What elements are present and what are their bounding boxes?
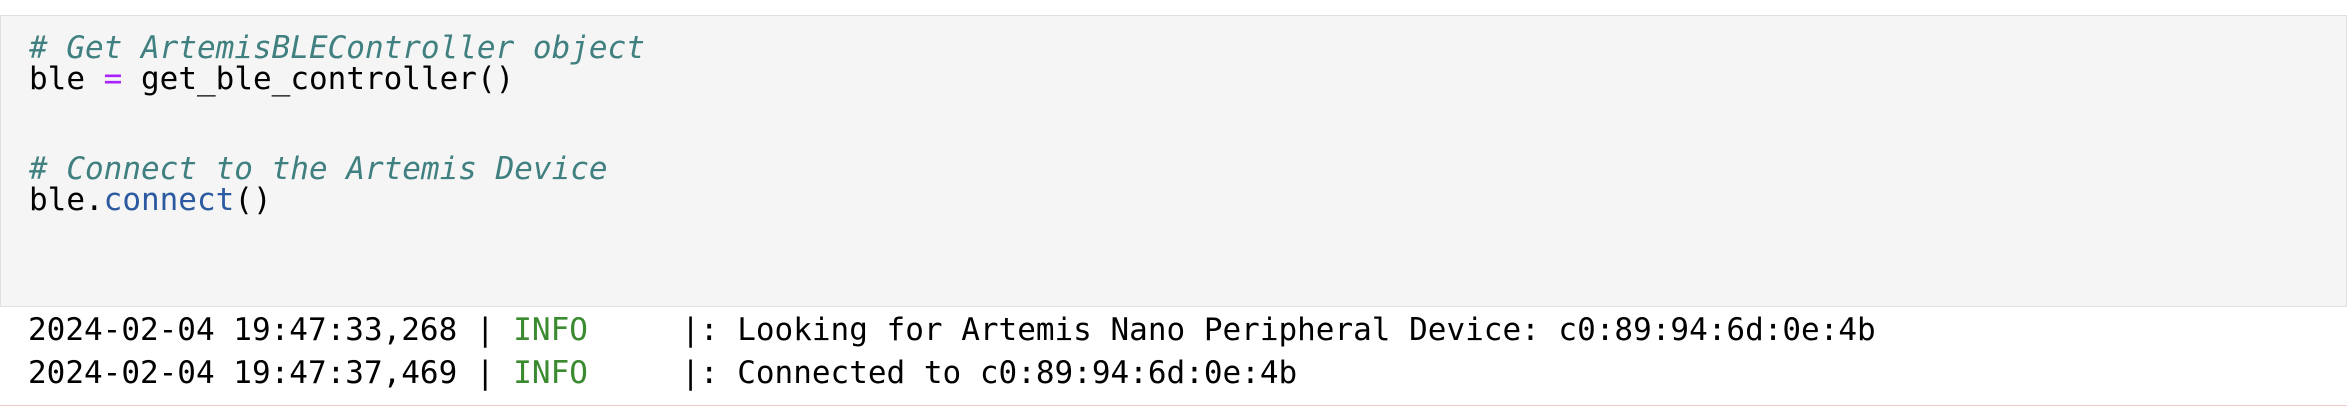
log-separator: |: bbox=[587, 312, 738, 348]
code-line-connect: ble.connect() bbox=[29, 182, 272, 218]
cell-output: 2024-02-04 19:47:33,268 | INFO |: Lookin… bbox=[0, 307, 2347, 410]
log-line: 2024-02-04 19:47:33,268 | INFO |: Lookin… bbox=[28, 312, 1876, 348]
code-call: get_ble_controller() bbox=[141, 61, 515, 97]
code-method: connect bbox=[103, 182, 235, 218]
code-cell[interactable]: # Get ArtemisBLEController object ble = … bbox=[0, 15, 2347, 307]
code-line-assign: ble = get_ble_controller() bbox=[29, 61, 514, 97]
code-args: () bbox=[234, 182, 272, 218]
stderr-divider bbox=[0, 405, 2347, 406]
log-separator: | bbox=[457, 312, 514, 348]
log-level: INFO bbox=[513, 312, 588, 348]
log-line: 2024-02-04 19:47:37,469 | INFO |: Connec… bbox=[28, 355, 1297, 391]
jupyter-notebook: # Get ArtemisBLEController object ble = … bbox=[0, 0, 2347, 410]
code-operator: = bbox=[103, 61, 123, 97]
log-message: Looking for Artemis Nano Peripheral Devi… bbox=[737, 312, 1876, 348]
log-level: INFO bbox=[513, 355, 588, 391]
log-separator: | bbox=[457, 355, 514, 391]
log-timestamp: 2024-02-04 19:47:37,469 bbox=[28, 355, 458, 391]
log-timestamp: 2024-02-04 19:47:33,268 bbox=[28, 312, 458, 348]
code-var: ble bbox=[29, 61, 85, 97]
code-object: ble. bbox=[29, 182, 104, 218]
log-separator: |: bbox=[587, 355, 738, 391]
log-message: Connected to c0:89:94:6d:0e:4b bbox=[737, 355, 1298, 391]
